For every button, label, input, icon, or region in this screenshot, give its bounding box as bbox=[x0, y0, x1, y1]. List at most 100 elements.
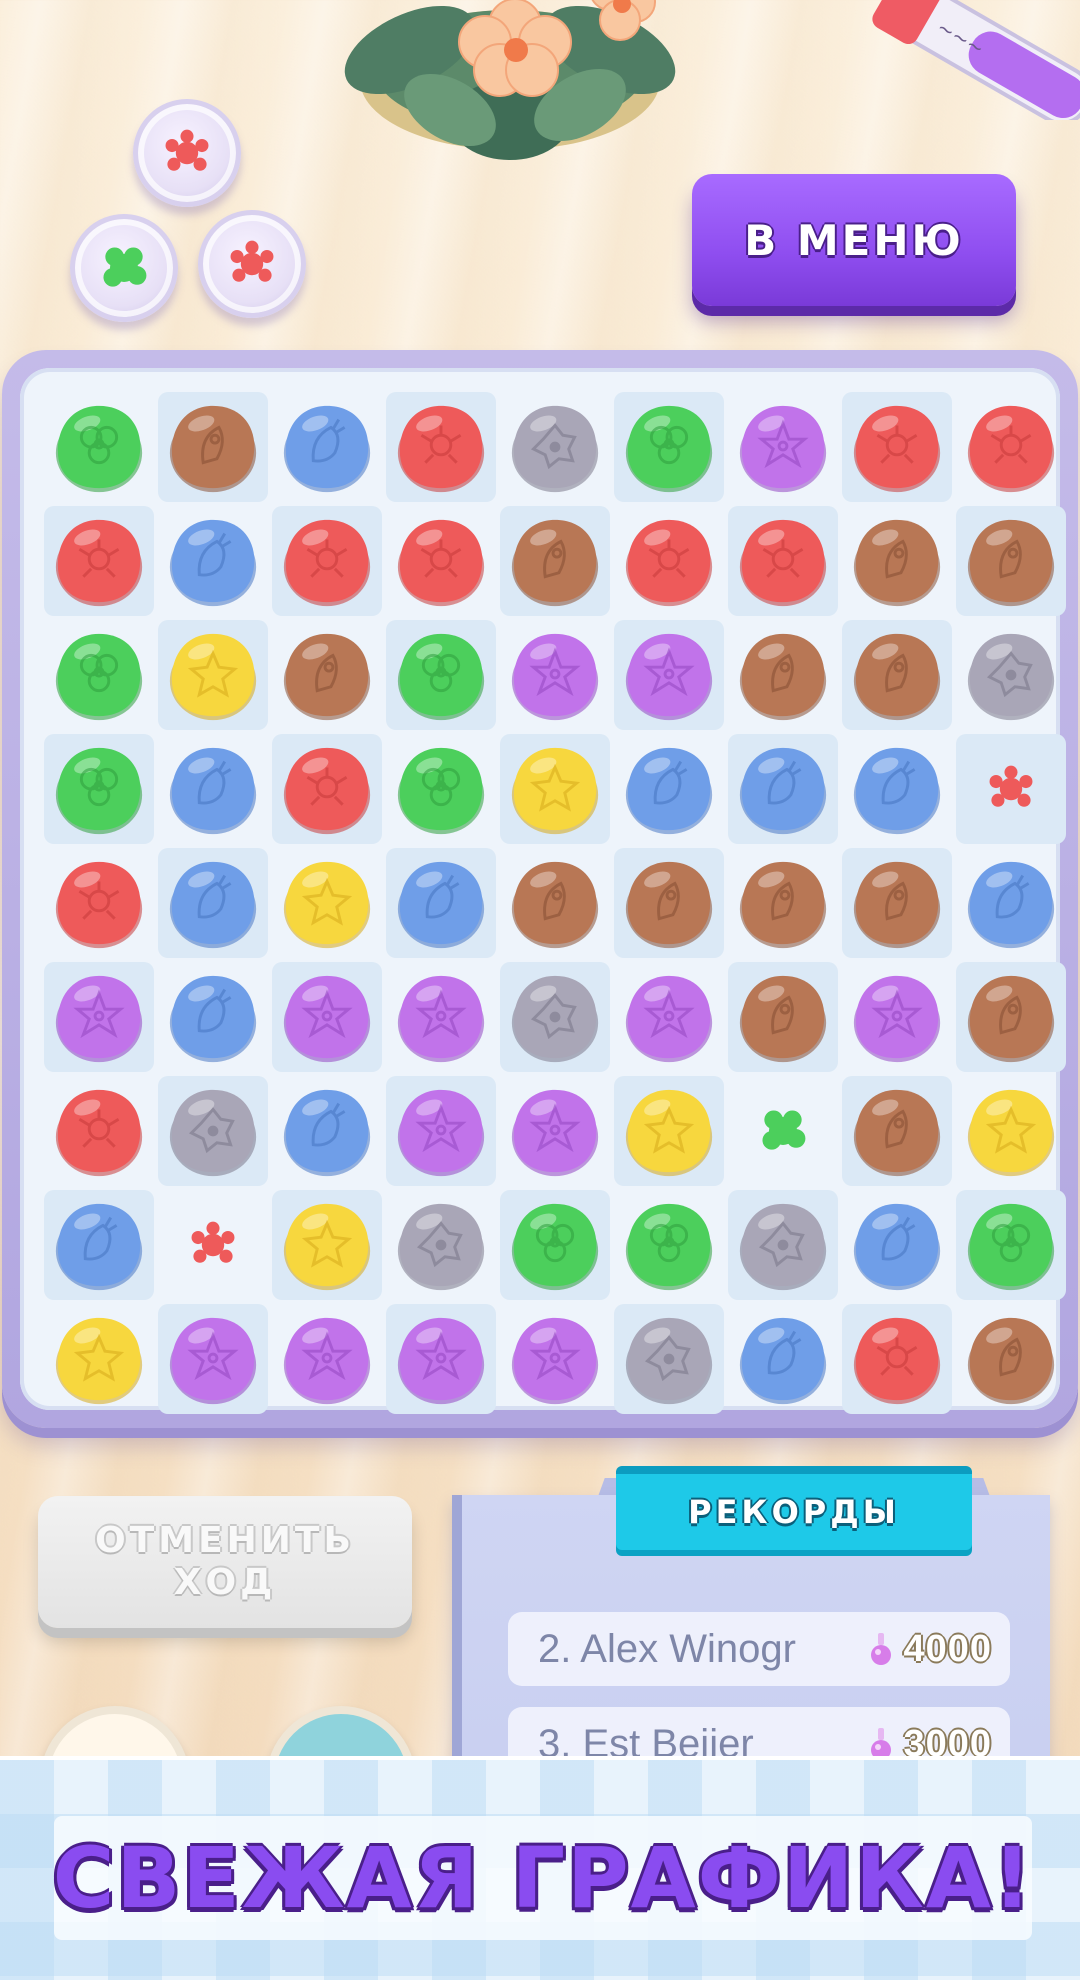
board-cell[interactable] bbox=[44, 1304, 154, 1414]
green-germ-small-icon bbox=[762, 1110, 806, 1150]
gray-germ-icon bbox=[967, 633, 1055, 721]
board-cell[interactable] bbox=[44, 962, 154, 1072]
green-germ-icon bbox=[967, 1203, 1055, 1291]
board-cell[interactable] bbox=[272, 506, 382, 616]
board-cell[interactable] bbox=[842, 506, 952, 616]
board-cell[interactable] bbox=[500, 1190, 610, 1300]
board-cell[interactable] bbox=[158, 962, 268, 1072]
board-cell[interactable] bbox=[956, 848, 1066, 958]
board-cell[interactable] bbox=[956, 1304, 1066, 1414]
board-cell[interactable] bbox=[44, 848, 154, 958]
board-cell[interactable] bbox=[728, 1190, 838, 1300]
game-board bbox=[20, 368, 1066, 1414]
undo-label-line1: ОТМЕНИТЬ bbox=[95, 1520, 355, 1561]
board-cell[interactable] bbox=[614, 1076, 724, 1186]
board-cell[interactable] bbox=[500, 1076, 610, 1186]
gray-germ-icon bbox=[169, 1089, 257, 1177]
purple-germ-icon bbox=[397, 975, 485, 1063]
board-cell[interactable] bbox=[728, 848, 838, 958]
petri-dish-red-2 bbox=[198, 210, 306, 318]
board-cell[interactable] bbox=[386, 1190, 496, 1300]
brown-germ-icon bbox=[739, 975, 827, 1063]
board-cell[interactable] bbox=[158, 1304, 268, 1414]
board-cell[interactable] bbox=[956, 734, 1066, 844]
board-cell[interactable] bbox=[158, 734, 268, 844]
board-cell[interactable] bbox=[500, 848, 610, 958]
board-cell[interactable] bbox=[728, 392, 838, 502]
board-cell[interactable] bbox=[842, 1190, 952, 1300]
board-cell[interactable] bbox=[614, 392, 724, 502]
board-cell[interactable] bbox=[44, 734, 154, 844]
board-cell[interactable] bbox=[386, 506, 496, 616]
board-cell[interactable] bbox=[386, 620, 496, 730]
board-cell[interactable] bbox=[728, 506, 838, 616]
board-cell[interactable] bbox=[272, 962, 382, 1072]
board-cell[interactable] bbox=[842, 1304, 952, 1414]
board-cell[interactable] bbox=[614, 734, 724, 844]
board-cell[interactable] bbox=[272, 734, 382, 844]
purple-germ-icon bbox=[625, 633, 713, 721]
brown-germ-icon bbox=[967, 519, 1055, 607]
board-cell[interactable] bbox=[842, 1076, 952, 1186]
board-cell[interactable] bbox=[272, 1190, 382, 1300]
board-cell[interactable] bbox=[386, 1076, 496, 1186]
board-cell[interactable] bbox=[614, 848, 724, 958]
board-cell[interactable] bbox=[842, 734, 952, 844]
board-cell[interactable] bbox=[272, 1304, 382, 1414]
board-cell[interactable] bbox=[728, 620, 838, 730]
undo-move-button[interactable]: ОТМЕНИТЬ ХОД bbox=[38, 1496, 412, 1628]
board-cell[interactable] bbox=[956, 392, 1066, 502]
board-cell[interactable] bbox=[158, 1076, 268, 1186]
board-cell[interactable] bbox=[614, 962, 724, 1072]
board-cell[interactable] bbox=[614, 1304, 724, 1414]
board-cell[interactable] bbox=[500, 734, 610, 844]
board-cell[interactable] bbox=[272, 620, 382, 730]
board-cell[interactable] bbox=[272, 848, 382, 958]
board-cell[interactable] bbox=[158, 620, 268, 730]
blue-germ-icon bbox=[739, 747, 827, 835]
board-cell[interactable] bbox=[272, 1076, 382, 1186]
board-cell[interactable] bbox=[44, 1076, 154, 1186]
board-cell[interactable] bbox=[728, 1076, 838, 1186]
red-germ-small-icon bbox=[191, 1221, 235, 1263]
board-cell[interactable] bbox=[386, 734, 496, 844]
menu-button[interactable]: В МЕНЮ bbox=[692, 174, 1016, 306]
board-cell[interactable] bbox=[956, 1190, 1066, 1300]
board-cell[interactable] bbox=[956, 506, 1066, 616]
board-cell[interactable] bbox=[728, 962, 838, 1072]
board-cell[interactable] bbox=[44, 392, 154, 502]
board-cell[interactable] bbox=[500, 1304, 610, 1414]
board-cell[interactable] bbox=[614, 1190, 724, 1300]
board-cell[interactable] bbox=[956, 962, 1066, 1072]
board-cell[interactable] bbox=[386, 962, 496, 1072]
board-cell[interactable] bbox=[500, 506, 610, 616]
board-cell[interactable] bbox=[386, 392, 496, 502]
brown-germ-icon bbox=[853, 633, 941, 721]
board-cell[interactable] bbox=[614, 620, 724, 730]
board-cell[interactable] bbox=[728, 1304, 838, 1414]
board-cell[interactable] bbox=[956, 620, 1066, 730]
red-germ-icon bbox=[55, 519, 143, 607]
board-cell[interactable] bbox=[842, 392, 952, 502]
board-cell[interactable] bbox=[500, 392, 610, 502]
board-cell[interactable] bbox=[44, 506, 154, 616]
board-cell[interactable] bbox=[842, 848, 952, 958]
purple-germ-icon bbox=[739, 405, 827, 493]
board-cell[interactable] bbox=[500, 620, 610, 730]
board-cell[interactable] bbox=[158, 392, 268, 502]
board-cell[interactable] bbox=[386, 848, 496, 958]
board-cell[interactable] bbox=[272, 392, 382, 502]
board-cell[interactable] bbox=[386, 1304, 496, 1414]
board-cell[interactable] bbox=[956, 1076, 1066, 1186]
board-cell[interactable] bbox=[158, 1190, 268, 1300]
board-cell[interactable] bbox=[44, 1190, 154, 1300]
board-cell[interactable] bbox=[842, 962, 952, 1072]
board-cell[interactable] bbox=[158, 506, 268, 616]
board-cell[interactable] bbox=[44, 620, 154, 730]
board-cell[interactable] bbox=[500, 962, 610, 1072]
promo-text: СВЕЖАЯ ГРАФИКА! bbox=[52, 1829, 1034, 1927]
board-cell[interactable] bbox=[842, 620, 952, 730]
board-cell[interactable] bbox=[614, 506, 724, 616]
board-cell[interactable] bbox=[728, 734, 838, 844]
board-cell[interactable] bbox=[158, 848, 268, 958]
